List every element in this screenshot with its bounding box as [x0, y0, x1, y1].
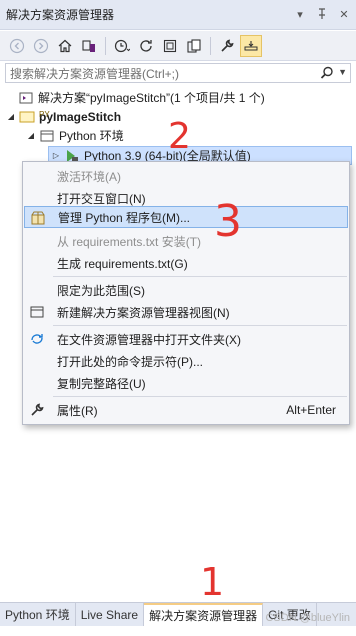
search-options-chevron-icon[interactable]: ▼	[338, 67, 347, 77]
search-placeholder: 搜索解决方案资源管理器(Ctrl+;)	[10, 66, 179, 81]
forward-arrow-icon[interactable]	[30, 35, 52, 57]
menu-item-activate-env[interactable]: 激活环境(A)	[24, 165, 348, 187]
tree-item-solution[interactable]: 解决方案“pyImageStitch”(1 个项目/共 1 个)	[18, 88, 265, 107]
new-view-icon	[29, 304, 45, 320]
watermark: CSDN @blueYlin	[265, 612, 350, 624]
search-icon[interactable]	[320, 66, 334, 80]
chevron-down-icon[interactable]: ▾	[292, 6, 308, 22]
solution-icon	[18, 90, 34, 106]
annotation-two: 2	[168, 116, 191, 157]
search-input[interactable]: 搜索解决方案资源管理器(Ctrl+;) ▼	[5, 63, 351, 83]
menu-item-open-folder[interactable]: 在文件资源管理器中打开文件夹(X)	[24, 328, 348, 350]
menu-item-manage-packages[interactable]: 管理 Python 程序包(M)...	[24, 206, 348, 228]
menu-item-copy-path[interactable]: 复制完整路径(U)	[24, 372, 348, 394]
menu-item-install-requirements[interactable]: 从 requirements.txt 安装(T)	[24, 230, 348, 252]
tree-item-python-env[interactable]: ◢ Python 环境	[28, 126, 124, 145]
wrench-icon	[29, 402, 45, 418]
window-title-bar: 解决方案资源管理器 ▾ ✕	[0, 0, 356, 30]
menu-item-properties[interactable]: 属性(R) Alt+Enter	[24, 399, 348, 421]
refresh-icon[interactable]	[135, 35, 157, 57]
expanded-triangle-icon[interactable]: ◢	[6, 112, 16, 122]
pin-icon[interactable]	[314, 6, 330, 22]
environment-folder-icon	[39, 128, 55, 144]
show-all-files-icon[interactable]	[183, 35, 205, 57]
collapse-all-icon[interactable]	[159, 35, 181, 57]
menu-item-open-cmd[interactable]: 打开此处的命令提示符(P)...	[24, 350, 348, 372]
properties-wrench-icon[interactable]	[216, 35, 238, 57]
back-arrow-icon[interactable]	[6, 35, 28, 57]
menu-item-generate-requirements[interactable]: 生成 requirements.txt(G)	[24, 252, 348, 274]
context-menu: 激活环境(A) 打开交互窗口(N) 管理 Python 程序包(M)... 从 …	[22, 161, 350, 425]
collapsed-triangle-icon[interactable]: ▷	[51, 151, 61, 161]
python-project-icon	[19, 109, 35, 125]
history-icon[interactable]	[111, 35, 133, 57]
tab-python-env[interactable]: Python 环境	[0, 603, 76, 626]
project-badge: PY	[39, 110, 50, 119]
project-label: pyImageStitch	[39, 109, 122, 124]
tab-live-share[interactable]: Live Share	[76, 603, 145, 626]
expanded-triangle-icon[interactable]: ◢	[26, 131, 36, 141]
sync-arrow-icon	[29, 331, 45, 347]
menu-item-scope-to-this[interactable]: 限定为此范围(S)	[24, 279, 348, 301]
package-icon	[30, 210, 46, 226]
home-icon[interactable]	[54, 35, 76, 57]
switch-views-icon[interactable]	[78, 35, 100, 57]
toolbar	[0, 31, 356, 61]
python-env-label: Python 环境	[59, 129, 124, 143]
tab-solution-explorer[interactable]: 解决方案资源管理器	[144, 603, 264, 626]
tree-item-project[interactable]: ◢ PY pyImageStitch	[8, 107, 122, 126]
solution-label: 解决方案“pyImageStitch”(1 个项目/共 1 个)	[38, 91, 265, 105]
window-title: 解决方案资源管理器	[6, 8, 115, 22]
close-icon[interactable]: ✕	[336, 6, 352, 22]
menu-item-new-view[interactable]: 新建解决方案资源管理器视图(N)	[24, 301, 348, 323]
preview-icon[interactable]	[240, 34, 262, 57]
annotation-one: 1	[200, 560, 225, 604]
annotation-three: 3	[214, 196, 242, 247]
